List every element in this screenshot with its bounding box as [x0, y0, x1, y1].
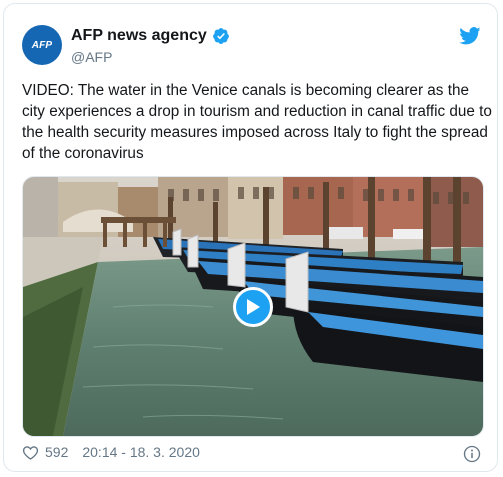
tweet-card: AFP AFP news agency @AFP VIDEO: The wate…: [3, 3, 498, 472]
heart-icon[interactable]: [22, 445, 39, 460]
play-icon: [247, 299, 260, 315]
video-thumbnail[interactable]: [22, 176, 484, 437]
tweet-footer: 592 20:14 - 18. 3. 2020: [22, 444, 200, 460]
tweet-text: VIDEO: The water in the Venice canals is…: [22, 82, 492, 162]
play-button[interactable]: [233, 287, 273, 327]
like-count[interactable]: 592: [45, 444, 68, 460]
author-display-name[interactable]: AFP news agency: [71, 27, 207, 45]
avatar[interactable]: AFP: [22, 25, 62, 65]
verified-badge-icon: [212, 28, 229, 44]
avatar-logo-text: AFP: [31, 39, 53, 51]
author-handle[interactable]: @AFP: [71, 49, 112, 65]
author-row: AFP news agency: [71, 27, 230, 45]
info-icon[interactable]: [463, 445, 481, 463]
twitter-bird-icon[interactable]: [459, 27, 481, 45]
tweet-timestamp[interactable]: 20:14 - 18. 3. 2020: [82, 444, 200, 460]
